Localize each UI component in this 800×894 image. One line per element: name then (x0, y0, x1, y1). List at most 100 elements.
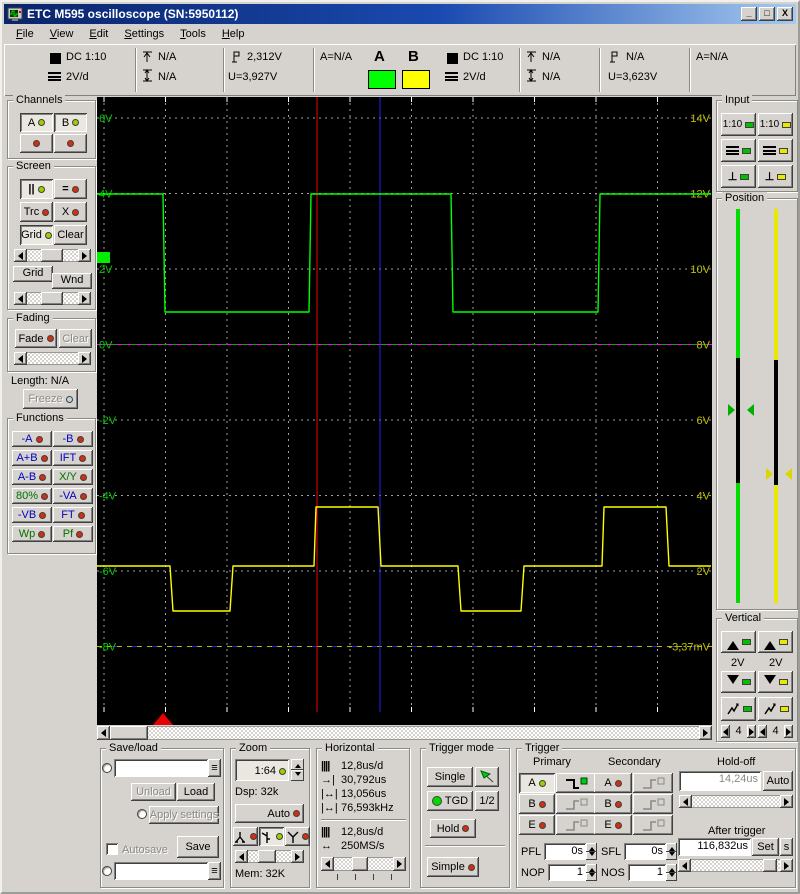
filter-b-spinner[interactable]: 4 (758, 725, 793, 738)
zoom-left-align-button[interactable] (233, 827, 258, 846)
grid-scrollbar[interactable] (14, 249, 91, 262)
screen-trc-button[interactable]: Trc (20, 202, 53, 222)
title-bar[interactable]: ETC M595 oscilloscope (SN:5950112) _ □ X (4, 4, 796, 24)
fn-neg-vb-button[interactable]: -VB (12, 507, 52, 523)
single-button[interactable]: Single (427, 767, 473, 787)
tgd-button[interactable]: TGD (427, 791, 473, 811)
primary-e-button[interactable]: E (519, 815, 555, 835)
nop-field[interactable]: 1 (548, 864, 586, 881)
nop-spinner[interactable] (586, 864, 597, 881)
trigger-position-marker[interactable] (153, 713, 173, 725)
scope-screen[interactable]: 6V4V2V0V-2V-4V-6V-8V14V12V10V8V6V4V2V-3,… (97, 97, 712, 712)
fade-button[interactable]: Fade (15, 329, 57, 348)
fn-neg-a-button[interactable]: -A (12, 431, 52, 447)
filter-a-button[interactable] (721, 697, 756, 721)
fn-pf-button[interactable]: Pf (53, 526, 93, 542)
fn-neg-va-button[interactable]: -VA (53, 488, 93, 504)
fading-scrollbar[interactable] (14, 352, 91, 365)
hold-button[interactable]: Hold (430, 819, 476, 838)
sfl-spinner[interactable] (666, 843, 677, 860)
holdoff-scrollbar[interactable] (679, 795, 793, 808)
pfl-field[interactable]: 0s (544, 843, 586, 860)
ground-a-button[interactable]: ⊥ (721, 165, 756, 188)
apply-settings-button[interactable]: Apply settings (149, 806, 219, 824)
scale-up-b-button[interactable] (758, 631, 793, 653)
apply-radio[interactable] (137, 809, 147, 819)
slot1-input[interactable] (114, 759, 208, 777)
secondary-b-edge-button[interactable] (633, 794, 673, 814)
nos-spinner[interactable] (666, 864, 677, 881)
fn-ft-button[interactable]: FT (53, 507, 93, 523)
fn-ift-button[interactable]: IFT (53, 450, 93, 466)
position-a-track-bottom[interactable] (736, 483, 740, 603)
secondary-e-button[interactable]: E (594, 815, 632, 835)
wnd-scrollbar[interactable] (14, 292, 91, 305)
channel-b-extra-button[interactable] (54, 134, 87, 153)
sfl-field[interactable]: 0s (624, 843, 666, 860)
holdoff-field[interactable]: 14,24us (679, 771, 761, 791)
primary-b-button[interactable]: B (519, 794, 555, 814)
position-b-track-top[interactable] (774, 209, 778, 360)
simple-button[interactable]: Simple (427, 857, 479, 877)
secondary-a-edge-button[interactable] (633, 773, 673, 793)
probe-a-button[interactable]: 1:10 (721, 113, 756, 136)
pfl-spinner[interactable] (586, 843, 597, 860)
menu-view[interactable]: View (42, 26, 82, 42)
filter-b-button[interactable] (758, 697, 793, 721)
zoom-scrollbar[interactable] (235, 850, 304, 863)
scale-up-a-button[interactable] (721, 631, 756, 653)
position-a-handle[interactable] (728, 403, 748, 417)
nos-field[interactable]: 1 (628, 864, 666, 881)
fn-a-minus-b-button[interactable]: A-B (12, 469, 52, 485)
menu-file[interactable]: File (8, 26, 42, 42)
secondary-b-button[interactable]: B (594, 794, 632, 814)
slot2-input[interactable] (114, 862, 208, 880)
autosave-checkbox[interactable] (106, 843, 118, 855)
screen-pause-button[interactable]: || (20, 179, 53, 199)
secondary-e-edge-button[interactable] (633, 815, 673, 835)
after-trigger-field[interactable]: 116,832us (678, 838, 751, 856)
position-b-handle[interactable] (766, 467, 786, 481)
slot1-menu-button[interactable]: ≡ (208, 759, 221, 777)
probe-b-button[interactable]: 1:10 (758, 113, 793, 136)
fn-xy-button[interactable]: X/Y (53, 469, 93, 485)
save-button[interactable]: Save (177, 836, 219, 858)
flag-button[interactable] (475, 767, 499, 787)
tab-wnd[interactable]: Wnd (52, 273, 92, 289)
channel-b-color-swatch[interactable] (402, 70, 430, 89)
fn-a-plus-b-button[interactable]: A+B (12, 450, 52, 466)
seconds-button[interactable]: s (780, 838, 793, 856)
after-trigger-scrollbar[interactable] (678, 859, 793, 872)
position-a-track-top[interactable] (736, 209, 740, 358)
fn-80pct-button[interactable]: 80% (12, 488, 52, 504)
primary-a-button[interactable]: A (519, 773, 555, 793)
zoom-ratio-spinner[interactable] (291, 759, 304, 781)
slot1-radio[interactable] (102, 763, 112, 773)
screen-x-button[interactable]: X (54, 202, 87, 222)
half-button[interactable]: 1/2 (475, 791, 499, 811)
ground-b-button[interactable]: ⊥ (758, 165, 793, 188)
zoom-auto-button[interactable]: Auto (235, 804, 304, 823)
freeze-button[interactable]: Freeze (23, 389, 78, 409)
coupling-b-button[interactable] (758, 139, 793, 162)
slot2-radio[interactable] (102, 866, 112, 876)
primary-a-edge-button[interactable] (556, 773, 596, 793)
load-button[interactable]: Load (177, 783, 215, 801)
scale-down-b-button[interactable] (758, 671, 793, 693)
primary-b-edge-button[interactable] (556, 794, 596, 814)
channel-a-button[interactable]: A (20, 113, 53, 132)
menu-settings[interactable]: Settings (116, 26, 172, 42)
fn-wp-button[interactable]: Wp (12, 526, 52, 542)
menu-edit[interactable]: Edit (81, 26, 116, 42)
horizontal-scrollbar[interactable] (321, 857, 406, 871)
set-button[interactable]: Set (752, 838, 779, 856)
position-b-track-bottom[interactable] (774, 485, 778, 603)
screen-clear-button[interactable]: Clear (54, 225, 87, 245)
coupling-a-button[interactable] (721, 139, 756, 162)
maximize-button[interactable]: □ (759, 7, 775, 21)
close-button[interactable]: X (777, 7, 793, 21)
holdoff-auto-button[interactable]: Auto (763, 771, 793, 791)
menu-help[interactable]: Help (214, 26, 253, 42)
scope-h-scrollbar[interactable] (97, 726, 712, 740)
screen-lines-button[interactable]: = (54, 179, 87, 199)
